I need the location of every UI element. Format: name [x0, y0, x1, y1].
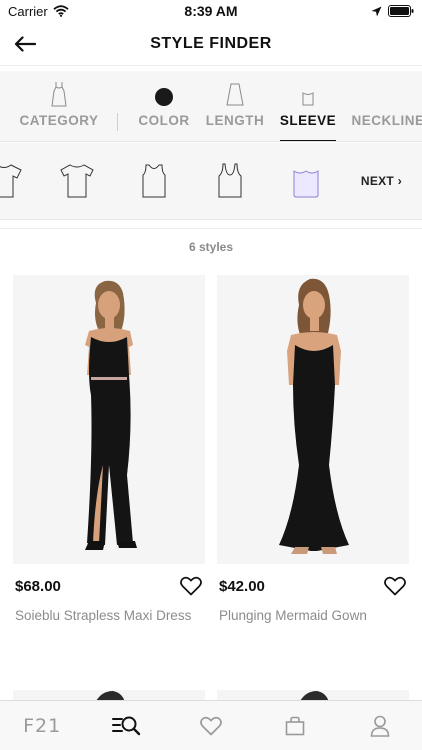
- sleeve-option-tank[interactable]: [210, 161, 250, 201]
- tank-top-icon: [218, 163, 242, 198]
- tab-color[interactable]: COLOR: [130, 71, 198, 141]
- skirt-icon: [226, 83, 244, 106]
- price-row: $68.00: [13, 575, 205, 597]
- separator: [0, 228, 422, 229]
- back-arrow-icon: [14, 36, 36, 52]
- dress-icon: [51, 82, 67, 107]
- brand-logo: F21: [23, 714, 62, 737]
- tab-label: LENGTH: [205, 113, 265, 128]
- tab-label: NECKLINE: [351, 113, 422, 128]
- style-finder-search-icon: [111, 716, 140, 735]
- carrier-label: Carrier: [8, 3, 48, 19]
- next-button[interactable]: NEXT ›: [361, 174, 402, 188]
- location-arrow-icon: [371, 6, 382, 16]
- page-title: STYLE FINDER: [150, 34, 272, 52]
- nav-account[interactable]: [355, 706, 405, 746]
- sleeve-options: NEXT ›: [0, 143, 422, 220]
- tee-shirt-icon: [60, 164, 94, 198]
- nav-bag[interactable]: [270, 706, 320, 746]
- wishlist-button[interactable]: [383, 575, 407, 597]
- battery-icon: [388, 5, 414, 17]
- tab-length[interactable]: LENGTH: [203, 71, 267, 141]
- sleeve-option-strapless[interactable]: [286, 161, 326, 201]
- status-right: [371, 5, 414, 17]
- status-bar: Carrier 8:39 AM: [0, 0, 422, 22]
- heart-icon: [180, 576, 202, 596]
- tab-neckline[interactable]: NECKLINE: [350, 71, 422, 141]
- tab-label: SLEEVE: [279, 113, 337, 128]
- bottom-nav: F21: [0, 700, 422, 750]
- nav-home[interactable]: F21: [17, 706, 67, 746]
- product-name: Plunging Mermaid Gown: [219, 608, 367, 623]
- sleeve-option-tee[interactable]: [57, 161, 97, 201]
- tab-sleeve[interactable]: SLEEVE: [279, 71, 337, 141]
- status-left: Carrier: [8, 4, 69, 19]
- tab-label: COLOR: [138, 113, 190, 128]
- sleeve-top-icon: [302, 92, 314, 106]
- dress-model-image: [13, 275, 205, 564]
- sleeve-option-short[interactable]: [0, 161, 24, 201]
- product-card[interactable]: $42.00 Plunging Mermaid Gown: [217, 275, 409, 623]
- tab-underline: [280, 140, 336, 141]
- nav-style-finder[interactable]: [102, 706, 152, 746]
- gown-model-image: [217, 275, 409, 564]
- style-count: 6 styles: [188, 240, 234, 254]
- user-icon: [370, 715, 390, 737]
- tab-label: CATEGORY: [19, 113, 99, 128]
- short-sleeve-shirt-icon: [0, 164, 22, 198]
- back-button[interactable]: [12, 32, 38, 56]
- product-image[interactable]: [217, 275, 409, 564]
- shopping-bag-icon: [286, 716, 305, 735]
- neckline-icon: [380, 91, 396, 107]
- nav-wishlist[interactable]: [186, 706, 236, 746]
- header: STYLE FINDER: [0, 22, 422, 66]
- strapless-top-icon: [293, 170, 319, 198]
- sleeveless-top-icon: [142, 164, 166, 198]
- wishlist-button[interactable]: [179, 575, 203, 597]
- product-image[interactable]: [13, 275, 205, 564]
- product-name: Soieblu Strapless Maxi Dress: [15, 608, 192, 623]
- product-price: $68.00: [15, 577, 61, 595]
- sleeve-option-sleeveless[interactable]: [134, 161, 174, 201]
- tab-category[interactable]: CATEGORY: [10, 71, 108, 141]
- product-price: $42.00: [219, 577, 265, 595]
- product-card[interactable]: $68.00 Soieblu Strapless Maxi Dress: [13, 275, 205, 623]
- tab-divider: [117, 113, 118, 131]
- color-swatch-icon: [155, 88, 173, 106]
- price-row: $42.00: [217, 575, 409, 597]
- wifi-icon: [53, 5, 69, 17]
- filter-tabs: CATEGORY COLOR LENGTH SLEEVE NECKLINE: [0, 71, 422, 142]
- heart-icon: [384, 576, 406, 596]
- heart-icon: [200, 716, 222, 735]
